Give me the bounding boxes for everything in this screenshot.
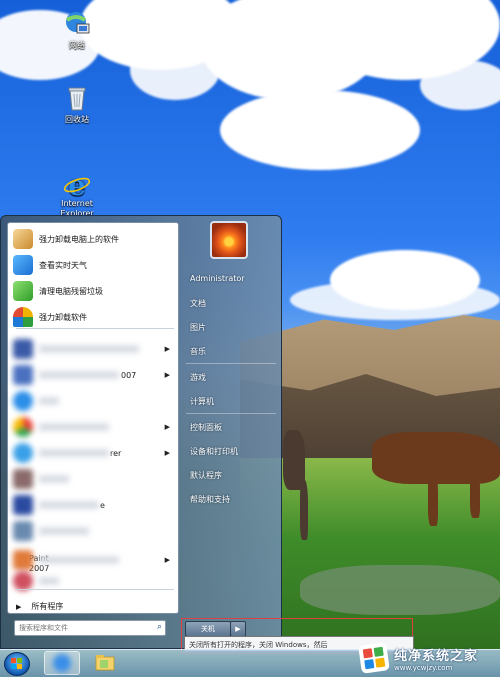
site-watermark: 纯净系统之家 www.ycwjzy.com: [358, 640, 500, 676]
all-programs-label: 所有程序: [31, 602, 64, 611]
search-icon[interactable]: ⌕: [157, 622, 162, 632]
taskbar-ie-button[interactable]: [44, 651, 80, 675]
pinned-item-weather[interactable]: 查看实时天气: [10, 253, 176, 277]
cleanup-icon: [13, 281, 33, 301]
watermark-title: 纯净系统之家: [394, 648, 479, 664]
pinned-item-uninstall-software[interactable]: 强力卸载电脑上的软件: [10, 227, 176, 251]
recent-item[interactable]: ▶: [10, 415, 176, 439]
menu-separator: [16, 589, 174, 590]
app-icon: [13, 495, 33, 515]
recent-item-label: rer: [110, 448, 122, 458]
recent-item-label: [39, 345, 139, 353]
taskbar-explorer-button[interactable]: [88, 651, 124, 675]
shutdown-button[interactable]: 关机: [185, 621, 231, 637]
recent-item-label: [39, 423, 109, 431]
recent-item[interactable]: ▶: [10, 337, 176, 361]
recent-item[interactable]: 007 ▶: [10, 363, 176, 387]
recent-item-label: [39, 397, 59, 405]
desktop-icon-label: 回收站: [65, 115, 89, 124]
desktop-icon-label: 网络: [69, 41, 85, 50]
recent-item[interactable]: [10, 389, 176, 413]
pinned-item-label: 强力卸载软件: [39, 312, 87, 322]
all-programs-arrow-icon: ▶: [16, 602, 22, 611]
chevron-right-icon: ▶: [235, 625, 241, 633]
recent-item-label: [39, 527, 89, 535]
recent-item-label: e: [100, 500, 105, 510]
right-item-pictures[interactable]: 图片: [190, 322, 206, 333]
start-button[interactable]: [4, 652, 30, 676]
internet-explorer-icon: [53, 654, 71, 672]
app-icon: [13, 365, 33, 385]
all-programs-button[interactable]: ▶ 所有程序: [16, 601, 63, 612]
recent-item[interactable]: [10, 467, 176, 491]
right-item-documents[interactable]: 文档: [190, 298, 206, 309]
watermark-logo: [358, 642, 390, 674]
user-name-link[interactable]: Administrator: [190, 274, 245, 283]
user-avatar[interactable]: [210, 221, 248, 259]
submenu-arrow-icon: ▶: [164, 371, 170, 379]
uninstall-box-icon: [13, 229, 33, 249]
right-item-music[interactable]: 音乐: [190, 346, 206, 357]
recycle-bin-icon: [63, 84, 91, 112]
menu-separator: [186, 363, 276, 364]
submenu-arrow-icon: ▶: [164, 449, 170, 457]
right-item-default-programs[interactable]: 默认程序: [190, 470, 222, 481]
recent-item[interactable]: e: [10, 493, 176, 517]
app-icon: [13, 391, 33, 411]
right-item-games[interactable]: 游戏: [190, 372, 206, 383]
internet-explorer-icon: e: [63, 162, 91, 202]
submenu-arrow-icon: ▶: [164, 556, 170, 564]
network-icon: [63, 10, 91, 38]
recent-item-label: 007: [121, 370, 137, 380]
pinned-item-label: 清理电脑残留垃圾: [39, 286, 103, 296]
right-item-devices-printers[interactable]: 设备和打印机: [190, 446, 238, 457]
app-icon: [13, 469, 33, 489]
recent-item-blurred-text: [39, 556, 119, 564]
menu-separator: [16, 328, 174, 329]
shutdown-options-button[interactable]: ▶: [230, 621, 246, 637]
svg-text:e: e: [68, 171, 86, 199]
search-input[interactable]: [15, 621, 149, 634]
desktop-icon-recycle-bin[interactable]: 回收站: [45, 84, 109, 125]
pinned-item-cleanup[interactable]: 清理电脑残留垃圾: [10, 279, 176, 303]
app-icon: [13, 443, 33, 463]
start-search-box[interactable]: ⌕: [14, 620, 166, 636]
pinned-item-label: 查看实时天气: [39, 260, 87, 270]
desktop-icon-network[interactable]: 网络: [45, 10, 109, 51]
folder-icon: [95, 655, 115, 671]
uninstall-shield-icon: [13, 307, 33, 327]
app-icon: [13, 339, 33, 359]
right-item-control-panel[interactable]: 控制面板: [190, 422, 222, 433]
menu-separator: [186, 413, 276, 414]
recent-item-blurred-text: [39, 371, 119, 379]
windows-logo-icon: [11, 658, 22, 669]
recent-item-label: [39, 475, 69, 483]
pinned-item-label: 强力卸载电脑上的软件: [39, 234, 119, 244]
watermark-url: www.ycwjzy.com: [394, 663, 453, 672]
app-icon: [13, 521, 33, 541]
submenu-arrow-icon: ▶: [164, 345, 170, 353]
submenu-arrow-icon: ▶: [164, 423, 170, 431]
app-icon: [13, 571, 33, 591]
weather-icon: [13, 255, 33, 275]
right-item-help-support[interactable]: 帮助和支持: [190, 494, 230, 505]
recent-item[interactable]: rer ▶: [10, 441, 176, 465]
app-icon: [13, 417, 33, 437]
recent-item-blurred-text: [39, 449, 109, 457]
recent-item[interactable]: [10, 519, 176, 543]
recent-item-label: [39, 577, 59, 585]
right-item-computer[interactable]: 计算机: [190, 396, 214, 407]
start-menu-programs-pane: 强力卸载电脑上的软件 查看实时天气 清理电脑残留垃圾 强力卸载软件 ▶ 007 …: [7, 222, 179, 614]
pinned-item-uninstaller[interactable]: 强力卸载软件: [10, 305, 176, 329]
recent-item-blurred-text: [39, 501, 99, 509]
app-icon: [13, 550, 33, 570]
